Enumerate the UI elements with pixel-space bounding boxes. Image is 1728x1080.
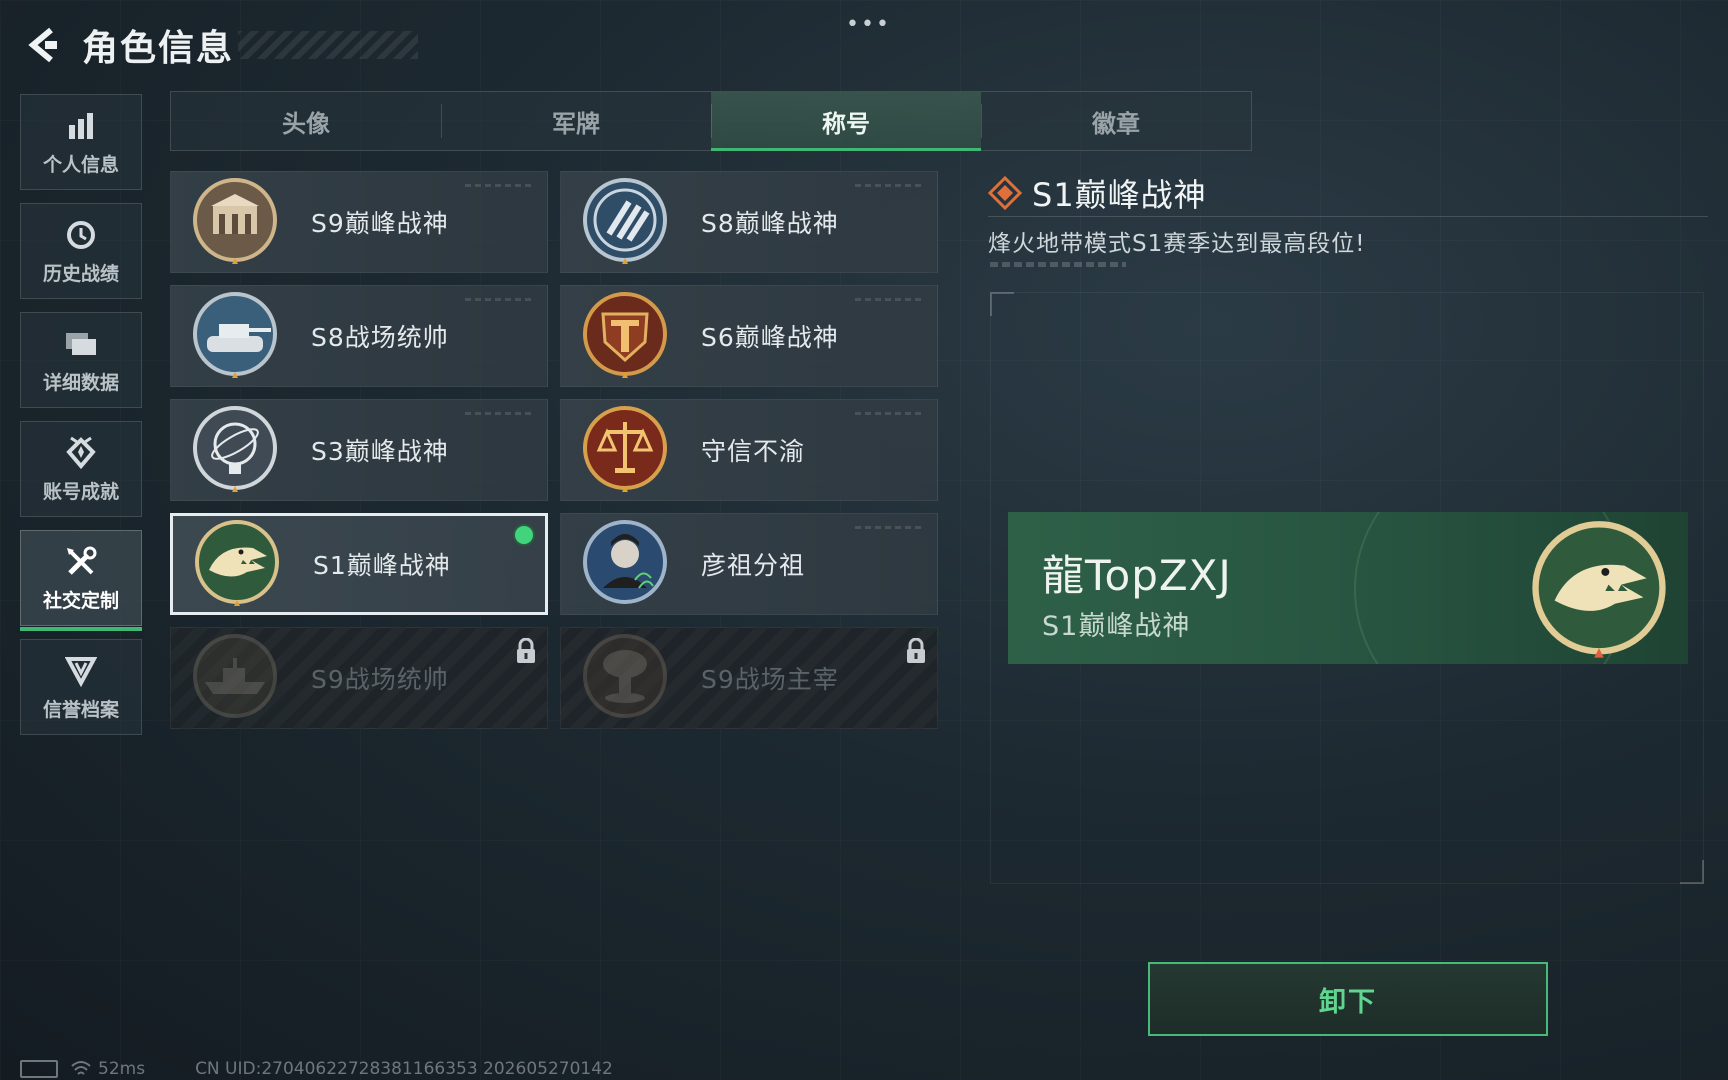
sidebar: 个人信息 历史战绩 详细数据 账号成就 社交定制 信誉档案	[20, 94, 144, 748]
back-button[interactable]	[20, 23, 64, 67]
clock-history-icon	[63, 217, 99, 253]
sidebar-item-label: 信誉档案	[42, 698, 119, 721]
sidebar-item-label: 个人信息	[42, 153, 119, 176]
title-card-label: S1巅峰战神	[313, 551, 451, 580]
sidebar-item-personal-info[interactable]: 个人信息	[20, 94, 142, 190]
crocodile-medal-icon	[195, 520, 279, 606]
frame-corner	[1680, 860, 1704, 884]
title-decoration	[238, 31, 419, 59]
title-card[interactable]: S6巅峰战神	[560, 285, 938, 387]
slash-emblem-medal-icon	[583, 178, 667, 264]
title-card[interactable]: S8巅峰战神	[560, 171, 938, 273]
title-preview-banner: 龍TopZXJ S1巅峰战神	[1008, 512, 1688, 664]
mushroom-cloud-medal-icon	[583, 634, 667, 718]
page-title: 角色信息	[82, 28, 235, 69]
sidebar-item-achievements[interactable]: 账号成就	[20, 421, 142, 517]
unequip-button[interactable]: 卸下	[1148, 962, 1548, 1036]
title-card-label: S6巅峰战神	[701, 323, 839, 352]
title-card-locked[interactable]: S9战场统帅	[170, 627, 548, 729]
detail-title: S1巅峰战神	[1032, 176, 1207, 214]
title-card-label: S9巅峰战神	[311, 209, 449, 238]
warship-medal-icon	[193, 634, 277, 718]
sidebar-item-label: 账号成就	[42, 480, 119, 503]
unequip-button-label: 卸下	[1319, 986, 1377, 1018]
equipped-indicator	[513, 524, 535, 546]
title-card-label: S8战场统帅	[311, 323, 449, 352]
achievement-badge-icon	[63, 435, 99, 471]
header: 角色信息	[20, 18, 419, 72]
title-card-selected[interactable]: S1巅峰战神	[170, 513, 548, 615]
category-tabs: 头像 军牌 称号 徽章	[170, 91, 1252, 151]
bar-chart-icon	[63, 108, 99, 144]
player-name: 龍TopZXJ	[1042, 551, 1232, 600]
preview-title: S1巅峰战神	[1042, 611, 1191, 642]
ping-text: 52ms	[98, 1059, 146, 1079]
scales-medal-icon	[583, 406, 667, 492]
lock-icon	[907, 638, 925, 663]
wrench-tools-icon	[63, 544, 99, 580]
wifi-icon	[71, 1061, 91, 1075]
title-card-label: S8巅峰战神	[701, 209, 839, 238]
card-decoration	[855, 526, 925, 529]
card-decoration	[465, 298, 535, 301]
sidebar-item-reputation[interactable]: 信誉档案	[20, 639, 142, 735]
status-footer: 52ms CN UID:270406227283811663​53 202605…	[20, 1058, 613, 1080]
lock-icon	[517, 638, 535, 663]
title-card-locked[interactable]: S9战场主宰	[560, 627, 938, 729]
portrait-medal-icon	[583, 520, 667, 604]
sidebar-item-label: 详细数据	[42, 371, 119, 394]
battery-icon	[20, 1060, 58, 1078]
title-card[interactable]: S3巅峰战神	[170, 399, 548, 501]
tab-avatar[interactable]: 头像	[171, 92, 441, 150]
sidebar-item-history[interactable]: 历史战绩	[20, 203, 142, 299]
folder-icon	[63, 326, 99, 362]
tab-title[interactable]: 称号	[711, 92, 981, 151]
sidebar-item-social-custom[interactable]: 社交定制	[20, 530, 142, 631]
tank-medal-icon	[193, 292, 277, 378]
title-card-label: 守信不渝	[701, 437, 806, 466]
detail-description: 烽火地带模式S1赛季达到最高段位!	[988, 231, 1366, 257]
uid-text: CN UID:270406227283811663​53 20260527014…	[195, 1059, 613, 1079]
sidebar-item-label: 历史战绩	[42, 262, 119, 285]
card-decoration	[855, 412, 925, 415]
sidebar-item-label: 社交定制	[42, 589, 119, 612]
more-options-button[interactable]: •••	[846, 12, 891, 37]
globe-medal-icon	[193, 406, 277, 492]
shield-t-medal-icon	[583, 292, 667, 378]
card-decoration	[855, 298, 925, 301]
fortress-medal-icon	[193, 178, 277, 264]
title-grid: S9巅峰战神 S8巅峰战神 S8战场统帅 S6巅峰战神 S3巅峰战神 守信不渝 …	[170, 171, 940, 729]
card-decoration	[465, 184, 535, 187]
shield-emblem-icon	[63, 653, 99, 689]
title-card-label: S9战场统帅	[311, 665, 449, 694]
sidebar-item-detailed-data[interactable]: 详细数据	[20, 312, 142, 408]
description-decoration	[990, 262, 1126, 267]
detail-header: S1巅峰战神	[988, 170, 1207, 216]
title-card[interactable]: 守信不渝	[560, 399, 938, 501]
diamond-icon	[988, 176, 1022, 210]
tab-dog-tag[interactable]: 军牌	[441, 92, 711, 150]
card-decoration	[855, 184, 925, 187]
title-card-label: 彦祖分祖	[701, 551, 806, 580]
title-card[interactable]: S8战场统帅	[170, 285, 548, 387]
title-card[interactable]: S9巅峰战神	[170, 171, 548, 273]
crocodile-medal-icon	[1532, 521, 1666, 658]
tab-badge[interactable]: 徽章	[981, 92, 1251, 150]
title-card[interactable]: 彦祖分祖	[560, 513, 938, 615]
back-arrow-icon	[28, 27, 57, 63]
card-decoration	[465, 412, 535, 415]
title-card-label: S9战场主宰	[701, 665, 839, 694]
frame-corner	[990, 292, 1014, 316]
divider	[988, 216, 1708, 217]
title-card-label: S3巅峰战神	[311, 437, 449, 466]
